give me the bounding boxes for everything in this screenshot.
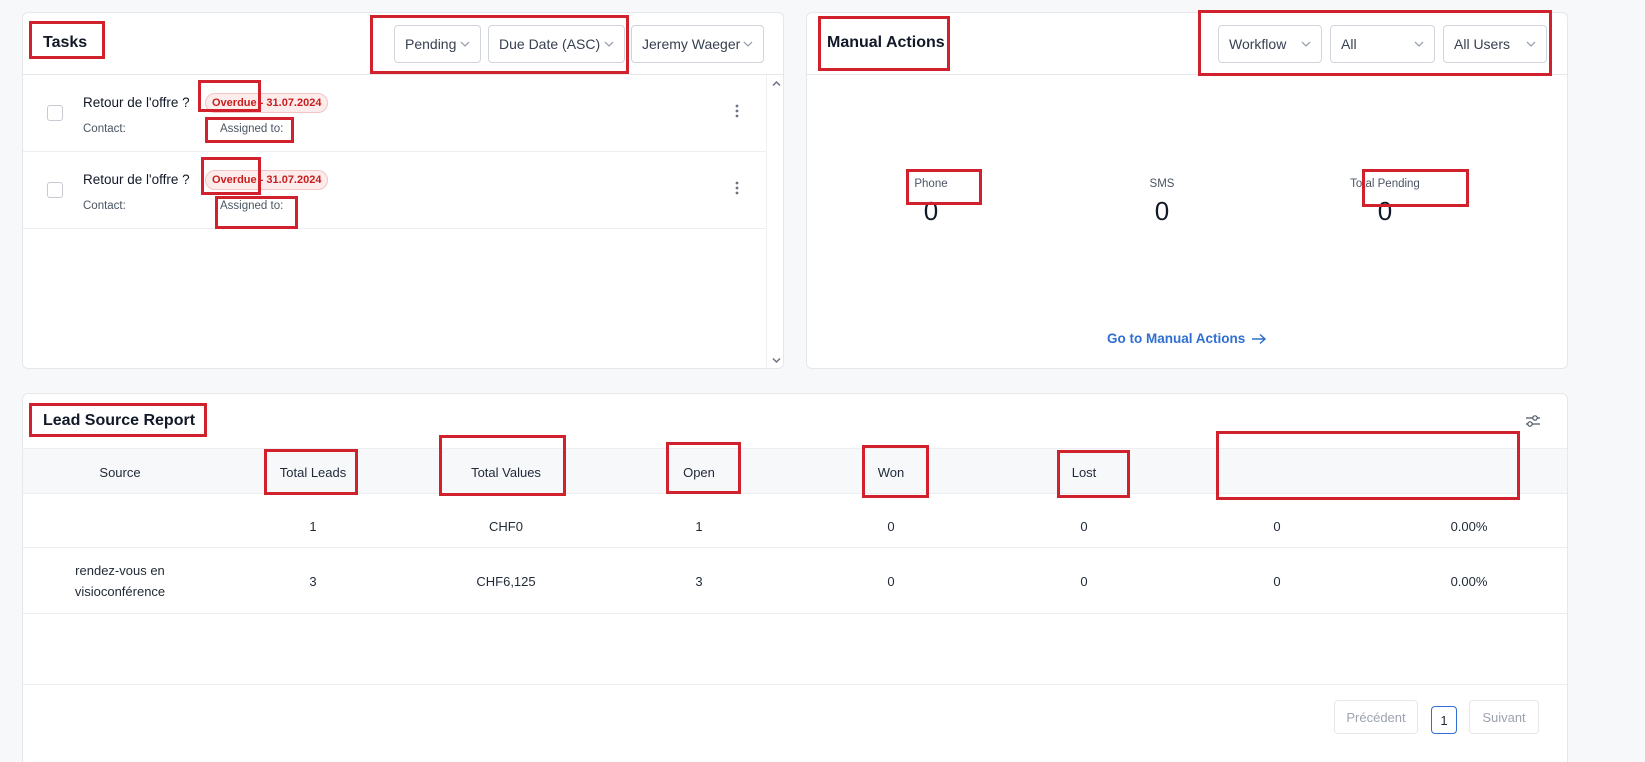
manual-actions-title: Manual Actions <box>827 34 945 51</box>
task-checkbox[interactable] <box>47 182 63 198</box>
status-filter-dropdown[interactable]: Pending <box>394 25 481 63</box>
cell-total-values: CHF6,125 <box>476 574 536 589</box>
user-filter-value: Jeremy Waeger <box>642 36 741 52</box>
lead-source-report-card: Lead Source Report Source Total Leads To… <box>22 393 1568 762</box>
cell-total-leads: 3 <box>309 574 317 589</box>
cell-open: 3 <box>695 574 703 589</box>
stat-value: 0 <box>923 196 939 226</box>
status-filter-value: Pending <box>405 36 457 52</box>
task-item[interactable]: Retour de l'offre ? Overdue - 31.07.2024… <box>23 152 766 229</box>
stat-sms: SMS 0 <box>1082 178 1242 227</box>
stat-phone: Phone 0 <box>851 178 1011 227</box>
column-header-lost[interactable]: Lost <box>1072 465 1097 480</box>
chevron-down-icon <box>743 41 753 47</box>
chevron-down-icon <box>1301 41 1311 47</box>
task-checkbox[interactable] <box>47 105 63 121</box>
task-contact-label: Contact: <box>83 123 126 135</box>
workflow-type-dropdown[interactable]: Workflow <box>1218 25 1322 63</box>
cell-lost: 0 <box>1080 519 1088 534</box>
manual-actions-header: Manual Actions Workflow All All Users <box>807 13 1567 75</box>
users-value: All Users <box>1454 36 1511 52</box>
cell-source: rendez-vous en visioconférence <box>75 560 165 602</box>
tasks-scrollbar[interactable] <box>766 75 783 368</box>
task-assigned-label: Assigned to: <box>220 123 284 135</box>
more-options-icon[interactable] <box>733 103 741 119</box>
go-to-manual-actions-label: Go to Manual Actions <box>1107 331 1246 346</box>
source-line: rendez-vous en <box>75 563 165 578</box>
sort-value: Due Date (ASC) <box>499 36 601 52</box>
stat-label: Phone <box>914 178 948 190</box>
pagination-divider <box>23 684 1567 685</box>
next-page-button[interactable]: Suivant <box>1469 700 1539 734</box>
scope-dropdown[interactable]: All <box>1330 25 1435 63</box>
task-item[interactable]: Retour de l'offre ? Overdue - 31.07.2024… <box>23 75 766 152</box>
scroll-up-icon[interactable] <box>772 79 781 88</box>
scroll-down-icon[interactable] <box>772 356 781 365</box>
column-header-open[interactable]: Open <box>683 465 715 480</box>
task-title[interactable]: Retour de l'offre ? <box>83 95 190 110</box>
chevron-down-icon <box>1526 41 1536 47</box>
cell-open: 1 <box>695 519 703 534</box>
arrow-right-icon <box>1252 333 1267 344</box>
table-row: rendez-vous en visioconférence 3 CHF6,12… <box>23 548 1567 614</box>
tasks-card: Tasks Pending Due Date (ASC) Jeremy Waeg… <box>22 12 784 369</box>
cell-count: 0 <box>1273 574 1281 589</box>
chevron-down-icon <box>1414 41 1424 47</box>
column-header-source[interactable]: Source <box>99 465 140 480</box>
stat-value: 0 <box>1377 196 1393 226</box>
filter-settings-icon[interactable] <box>1525 414 1541 428</box>
stat-total-pending: Total Pending 0 <box>1305 178 1465 227</box>
cell-won: 0 <box>887 574 895 589</box>
cell-won: 0 <box>887 519 895 534</box>
column-header-won[interactable]: Won <box>878 465 905 480</box>
tasks-header: Tasks Pending Due Date (ASC) Jeremy Waeg… <box>23 13 783 75</box>
overdue-badge: Overdue - 31.07.2024 <box>205 93 329 113</box>
users-dropdown[interactable]: All Users <box>1443 25 1547 63</box>
cell-percentage: 0.00% <box>1450 519 1488 534</box>
task-contact-label: Contact: <box>83 200 126 212</box>
cell-total-leads: 1 <box>309 519 317 534</box>
column-header-total-leads[interactable]: Total Leads <box>280 465 347 480</box>
cell-percentage: 0.00% <box>1450 574 1488 589</box>
table-row: 1 CHF0 1 0 0 0 0.00% <box>23 503 1567 548</box>
chevron-down-icon <box>460 41 470 47</box>
chevron-down-icon <box>604 41 614 47</box>
workflow-type-value: Workflow <box>1229 36 1287 52</box>
stat-label: Total Pending <box>1350 178 1420 190</box>
task-assigned-label: Assigned to: <box>220 200 284 212</box>
cell-total-values: CHF0 <box>489 519 523 534</box>
source-line: visioconférence <box>74 584 166 599</box>
sort-dropdown[interactable]: Due Date (ASC) <box>488 25 625 63</box>
page-number-button[interactable]: 1 <box>1431 706 1457 734</box>
cell-count: 0 <box>1273 519 1281 534</box>
user-filter-dropdown[interactable]: Jeremy Waeger <box>631 25 764 63</box>
tasks-title: Tasks <box>43 34 88 51</box>
overdue-badge: Overdue - 31.07.2024 <box>205 170 329 190</box>
more-options-icon[interactable] <box>733 180 741 196</box>
table-header: Source Total Leads Total Values Open Won… <box>23 448 1567 494</box>
lead-source-title: Lead Source Report <box>43 412 196 429</box>
stat-label: SMS <box>1149 178 1175 190</box>
task-title[interactable]: Retour de l'offre ? <box>83 172 190 187</box>
go-to-manual-actions-link[interactable]: Go to Manual Actions <box>1107 331 1267 346</box>
column-header-total-values[interactable]: Total Values <box>471 465 541 480</box>
manual-actions-card: Manual Actions Workflow All All Users Ph… <box>806 12 1568 369</box>
scope-value: All <box>1341 36 1357 52</box>
stat-value: 0 <box>1154 196 1170 226</box>
cell-lost: 0 <box>1080 574 1088 589</box>
previous-page-button[interactable]: Précédent <box>1334 700 1418 734</box>
